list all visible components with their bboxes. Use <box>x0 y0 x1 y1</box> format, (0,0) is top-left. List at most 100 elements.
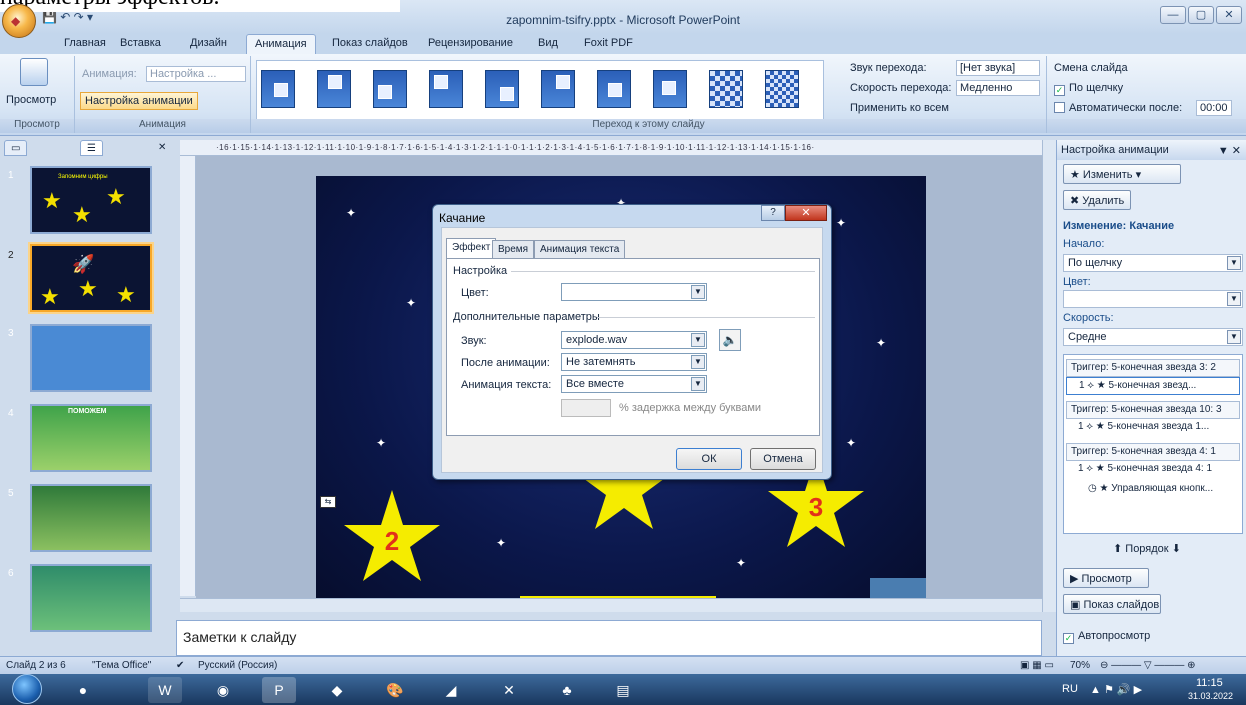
apply-all-button[interactable]: Применить ко всем <box>850 102 949 114</box>
preview-button[interactable]: Просмотр <box>6 94 56 106</box>
slide-thumb-6[interactable] <box>30 564 152 632</box>
tab-timing[interactable]: Время <box>492 240 535 258</box>
transition-thumb[interactable] <box>653 70 687 108</box>
dialog-close-button[interactable]: ✕ <box>785 205 827 221</box>
chrome-icon[interactable]: ◉ <box>206 677 240 703</box>
help-icon[interactable]: ? <box>761 205 785 221</box>
star-shape-2[interactable]: 2 <box>344 490 440 581</box>
notes-pane[interactable]: Заметки к слайду <box>176 620 1042 656</box>
app-icon[interactable]: ✕ <box>492 677 526 703</box>
zoom-level[interactable]: 70% <box>1070 660 1090 671</box>
close-button[interactable]: ✕ <box>1216 6 1242 24</box>
panel-close-icon[interactable]: ✕ <box>158 142 166 153</box>
animation-item[interactable]: ◷ ★ Управляющая кнопк... <box>1066 481 1240 499</box>
tab-effect[interactable]: Эффект <box>446 238 497 259</box>
change-effect-button[interactable]: ★ Изменить ▾ <box>1063 164 1181 184</box>
paint-icon[interactable]: 🎨 <box>378 677 412 703</box>
word-icon[interactable]: W <box>148 677 182 703</box>
slide-thumb-3[interactable] <box>30 324 152 392</box>
transition-speed-dropdown[interactable]: Медленно <box>956 80 1040 96</box>
action-button-shape[interactable] <box>870 578 926 598</box>
animation-list[interactable]: Триггер: 5-конечная звезда 3: 2 1 ⟡ ★ 5-… <box>1063 354 1243 534</box>
transition-gallery[interactable] <box>256 60 824 120</box>
slide-thumb-5[interactable] <box>30 484 152 552</box>
slide-thumb-1[interactable]: Запомним цифры ★ ★ ★ <box>30 166 152 234</box>
app-icon[interactable]: ♣ <box>550 677 584 703</box>
app-icon[interactable]: ▤ <box>606 677 640 703</box>
after-animation-dropdown[interactable]: Не затемнять ▼ <box>561 353 707 371</box>
transition-thumb[interactable] <box>765 70 799 108</box>
tab-view[interactable]: Вид <box>538 37 558 49</box>
cancel-button[interactable]: Отмена <box>750 448 816 470</box>
reorder-control[interactable]: ⬆ Порядок ⬇ <box>1113 542 1181 555</box>
tray-icons[interactable]: ▲ ⚑ 🔊 ▶ <box>1090 683 1142 696</box>
transition-thumb[interactable] <box>261 70 295 108</box>
transition-thumb[interactable] <box>373 70 407 108</box>
minimize-button[interactable]: — <box>1160 6 1186 24</box>
powerpoint-icon[interactable]: P <box>262 677 296 703</box>
animation-item[interactable]: 1 ⟡ ★ 5-конечная звезд... <box>1066 377 1240 395</box>
slideshow-button[interactable]: ▣ Показ слайдов <box>1063 594 1161 614</box>
input-language[interactable]: RU <box>1062 683 1078 695</box>
transition-thumb[interactable] <box>485 70 519 108</box>
tab-review[interactable]: Рецензирование <box>428 37 513 49</box>
tab-design[interactable]: Дизайн <box>190 37 227 49</box>
transition-thumb[interactable] <box>597 70 631 108</box>
slides-tab[interactable]: ▭ <box>4 140 28 156</box>
trigger-row[interactable]: Триггер: 5-конечная звезда 3: 2 <box>1066 359 1240 377</box>
speed-dropdown[interactable]: Средне ▼ <box>1063 328 1243 346</box>
transition-thumb[interactable] <box>709 70 743 108</box>
outline-tab[interactable]: ☰ <box>80 140 103 156</box>
delay-spinner[interactable] <box>561 399 611 417</box>
text-animation-dropdown[interactable]: Все вместе ▼ <box>561 375 707 393</box>
tab-insert[interactable]: Вставка <box>120 37 161 49</box>
animation-tag-icon[interactable]: ⇆ <box>320 496 336 508</box>
clock-date[interactable]: 31.03.2022 <box>1188 691 1233 701</box>
spellcheck-icon[interactable]: ✔ <box>176 660 184 671</box>
slide-thumb-2[interactable]: ★ ★ ★ 🚀 <box>30 244 152 312</box>
trigger-row[interactable]: Триггер: 5-конечная звезда 4: 1 <box>1066 443 1240 461</box>
slide-thumb-4[interactable]: ПОМОЖЕМ <box>30 404 152 472</box>
tab-animation[interactable]: Анимация <box>246 34 316 55</box>
clock-time[interactable]: 11:15 <box>1196 677 1223 689</box>
transition-sound-dropdown[interactable]: [Нет звука] <box>956 60 1040 76</box>
sound-dropdown[interactable]: explode.wav ▼ <box>561 331 707 349</box>
tab-text-animation[interactable]: Анимация текста <box>534 240 626 258</box>
maximize-button[interactable]: ▢ <box>1188 6 1214 24</box>
app-icon[interactable]: ● <box>66 677 100 703</box>
remove-effect-button[interactable]: ✖ Удалить <box>1063 190 1132 210</box>
ok-button[interactable]: ОК <box>676 448 742 470</box>
auto-after-time[interactable]: 00:00 <box>1196 100 1232 116</box>
preview-icon[interactable] <box>20 58 48 86</box>
animation-item[interactable]: 1 ⟡ ★ 5-конечная звезда 1... <box>1066 419 1240 437</box>
trigger-row[interactable]: Триггер: 5-конечная звезда 10: 3 <box>1066 401 1240 419</box>
color-dropdown[interactable]: ▼ <box>1063 290 1243 308</box>
tab-foxit[interactable]: Foxit PDF <box>584 37 633 49</box>
transition-thumb[interactable] <box>541 70 575 108</box>
zoom-slider[interactable]: ⊖ ——— ▽ ——— ⊕ <box>1100 660 1196 671</box>
app-icon[interactable]: ◢ <box>434 677 468 703</box>
tab-home[interactable]: Главная <box>64 37 106 49</box>
horizontal-scrollbar[interactable] <box>180 598 1042 612</box>
on-click-checkbox[interactable]: ✓ По щелчку <box>1054 82 1123 96</box>
quick-access-toolbar[interactable]: 💾 ↶ ↷ ▾ <box>42 10 93 24</box>
start-button[interactable] <box>12 674 42 704</box>
app-icon[interactable]: ◆ <box>320 677 354 703</box>
animation-item[interactable]: 1 ⟡ ★ 5-конечная звезда 4: 1 <box>1066 461 1240 479</box>
vertical-scrollbar[interactable] <box>1042 140 1056 612</box>
office-button[interactable]: ◆ <box>2 4 36 38</box>
tab-slideshow[interactable]: Показ слайдов <box>332 37 408 49</box>
start-dropdown[interactable]: По щелчку ▼ <box>1063 254 1243 272</box>
chevron-down-icon[interactable]: ▼ ✕ <box>1218 144 1241 157</box>
autopreview-checkbox[interactable]: ✓ Автопросмотр <box>1063 630 1150 644</box>
color-dropdown[interactable]: ▼ <box>561 283 707 301</box>
animation-dropdown[interactable]: Настройка ... <box>146 66 246 82</box>
auto-after-checkbox[interactable]: Автоматически после: <box>1054 102 1182 114</box>
play-button[interactable]: ▶ Просмотр <box>1063 568 1149 588</box>
speaker-icon[interactable]: 🔈 <box>719 329 741 351</box>
language-indicator[interactable]: Русский (Россия) <box>198 660 277 671</box>
transition-thumb[interactable] <box>429 70 463 108</box>
view-buttons[interactable]: ▣ ▦ ▭ <box>1020 660 1054 671</box>
transition-thumb[interactable] <box>317 70 351 108</box>
custom-animation-button[interactable]: Настройка анимации <box>80 92 198 110</box>
